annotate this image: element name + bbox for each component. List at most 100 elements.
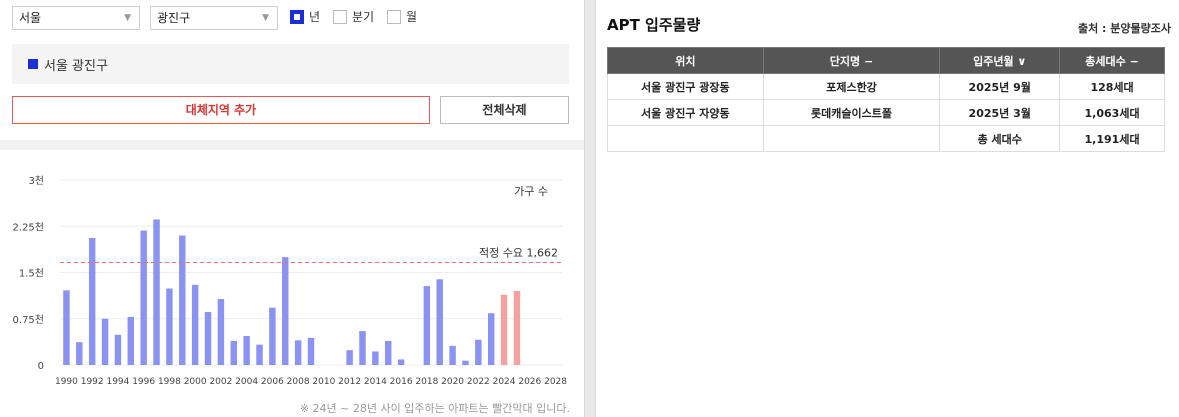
x-tick-label: 1996 bbox=[132, 377, 155, 387]
x-tick-label: 2024 bbox=[493, 377, 516, 387]
table-row: 서울 광진구 광장동 포제스한강 2025년 9월 128세대 bbox=[607, 73, 1165, 100]
period-year-checkbox[interactable] bbox=[290, 10, 304, 24]
y-tick-label: 3천 bbox=[28, 175, 44, 187]
period-year-label: 년 bbox=[309, 10, 321, 24]
column-location: 위치 bbox=[607, 47, 764, 74]
cell-complex-name: 롯데캐슬이스트폴 bbox=[762, 99, 941, 126]
x-tick-label: 2022 bbox=[467, 377, 490, 387]
period-month-checkbox[interactable] bbox=[387, 10, 401, 24]
x-tick-label: 1992 bbox=[81, 377, 104, 387]
x-tick-label: 2010 bbox=[312, 377, 335, 387]
bar bbox=[166, 288, 173, 365]
reference-line-label: 적정 수요 1,662 bbox=[479, 247, 558, 260]
cell-move-in-date: 2025년 3월 bbox=[939, 99, 1061, 126]
bar bbox=[294, 340, 302, 365]
bar bbox=[101, 318, 109, 365]
chevron-down-icon: ▼ bbox=[262, 13, 269, 23]
column-total-units[interactable]: 총세대수 − bbox=[1059, 47, 1165, 74]
bar bbox=[487, 313, 495, 365]
bar bbox=[449, 345, 456, 365]
bar bbox=[307, 337, 315, 365]
cell-empty bbox=[607, 125, 764, 152]
cell-empty bbox=[762, 125, 941, 152]
x-tick-label: 2028 bbox=[544, 377, 567, 387]
bar bbox=[127, 316, 135, 365]
bar bbox=[513, 291, 521, 365]
bar bbox=[475, 339, 482, 365]
bar bbox=[359, 331, 366, 365]
district-select[interactable]: 광진구 ▼ bbox=[150, 6, 278, 30]
cell-total-units: 128세대 bbox=[1059, 73, 1165, 100]
bar bbox=[256, 344, 263, 365]
delete-all-button[interactable]: 전체삭제 bbox=[440, 96, 569, 124]
cell-total-units: 1,063세대 bbox=[1059, 99, 1165, 126]
chevron-down-icon: ▼ bbox=[124, 13, 131, 23]
bar bbox=[500, 294, 508, 365]
x-tick-label: 2018 bbox=[415, 377, 438, 387]
bar bbox=[191, 284, 199, 365]
bar bbox=[346, 350, 353, 365]
table-header-row: 위치 단지명 − 입주년월 ∨ 총세대수 − bbox=[607, 47, 1165, 74]
selected-region-box: 서울 광진구 bbox=[12, 44, 569, 84]
y-tick-label: 0.75천 bbox=[13, 314, 44, 326]
bar bbox=[385, 340, 392, 365]
bar bbox=[243, 336, 250, 365]
selected-region-label: 서울 광진구 bbox=[44, 59, 108, 74]
x-tick-label: 1990 bbox=[55, 377, 78, 387]
panel-divider[interactable] bbox=[584, 0, 596, 417]
period-quarter-label: 분기 bbox=[352, 10, 375, 24]
bar bbox=[372, 351, 379, 365]
x-tick-label: 2012 bbox=[338, 377, 361, 387]
bar bbox=[76, 342, 83, 365]
x-tick-label: 2002 bbox=[209, 377, 232, 387]
table-total-row: 총 세대수 1,191세대 bbox=[607, 125, 1165, 152]
total-units-label: 총 세대수 bbox=[939, 125, 1061, 152]
bar bbox=[436, 279, 443, 365]
add-alternative-region-button[interactable]: 대체지역 추가 bbox=[12, 96, 430, 124]
cell-complex-name: 포제스한강 bbox=[762, 73, 941, 100]
left-panel: 서울 ▼ 광진구 ▼ 년 분기 월 서울 광진구 대체지역 추가 전체삭제 0 0… bbox=[0, 0, 584, 417]
x-tick-label: 2014 bbox=[364, 377, 387, 387]
column-move-in-date[interactable]: 입주년월 ∨ bbox=[939, 47, 1061, 74]
x-tick-label: 2016 bbox=[390, 377, 413, 387]
total-units-value: 1,191세대 bbox=[1059, 125, 1165, 152]
period-quarter-checkbox[interactable] bbox=[333, 10, 347, 24]
chart-footnote: ※ 24년 ~ 28년 사이 입주하는 아파트는 빨간막대 입니다. bbox=[299, 402, 570, 415]
bar bbox=[179, 235, 186, 365]
city-select[interactable]: 서울 ▼ bbox=[12, 6, 140, 30]
y-tick-label: 2.25천 bbox=[13, 221, 44, 233]
x-tick-label: 2000 bbox=[184, 377, 207, 387]
period-month-label: 월 bbox=[406, 10, 418, 24]
x-tick-label: 2004 bbox=[235, 377, 258, 387]
district-select-value: 광진구 bbox=[157, 11, 191, 25]
data-source-label: 출처 : 분양물량조사 bbox=[1077, 22, 1171, 35]
bar bbox=[88, 237, 96, 365]
table-row: 서울 광진구 자양동 롯데캐슬이스트폴 2025년 3월 1,063세대 bbox=[607, 99, 1165, 126]
x-tick-label: 2020 bbox=[441, 377, 464, 387]
x-tick-label: 2026 bbox=[518, 377, 541, 387]
region-color-swatch bbox=[28, 59, 38, 69]
supply-table: 위치 단지명 − 입주년월 ∨ 총세대수 − 서울 광진구 광장동 포제스한강 … bbox=[607, 47, 1165, 152]
supply-table-title: APT 입주물량 bbox=[607, 16, 701, 34]
y-tick-label: 1.5천 bbox=[19, 268, 44, 280]
bar bbox=[397, 359, 405, 365]
bar bbox=[462, 360, 469, 365]
supply-bar-chart: 0 0.75천 1.5천 2.25천 3천 적정 수요 1,662 가구 수 1990 1992… bbox=[0, 160, 584, 400]
right-panel: APT 입주물량 출처 : 분양물량조사 위치 단지명 − 입주년월 ∨ 총세대… bbox=[596, 0, 1179, 417]
x-tick-label: 1998 bbox=[158, 377, 181, 387]
bar bbox=[282, 257, 289, 365]
bar bbox=[114, 334, 122, 365]
section-divider bbox=[0, 140, 584, 150]
bar bbox=[423, 286, 431, 365]
chart-svg: 0 0.75천 1.5천 2.25천 3천적정 수요 1,662 가구 수 1990 1992… bbox=[13, 175, 568, 387]
cell-move-in-date: 2025년 9월 bbox=[939, 73, 1061, 100]
y-tick-label: 0 bbox=[38, 361, 44, 372]
page-root: 서울 ▼ 광진구 ▼ 년 분기 월 서울 광진구 대체지역 추가 전체삭제 0 0… bbox=[0, 0, 1179, 417]
x-tick-label: 2008 bbox=[287, 377, 310, 387]
bar bbox=[217, 299, 225, 365]
bar bbox=[140, 230, 147, 365]
city-select-value: 서울 bbox=[19, 11, 42, 25]
x-tick-label: 2006 bbox=[261, 377, 284, 387]
column-complex-name[interactable]: 단지명 − bbox=[762, 47, 941, 74]
bar bbox=[230, 340, 237, 365]
